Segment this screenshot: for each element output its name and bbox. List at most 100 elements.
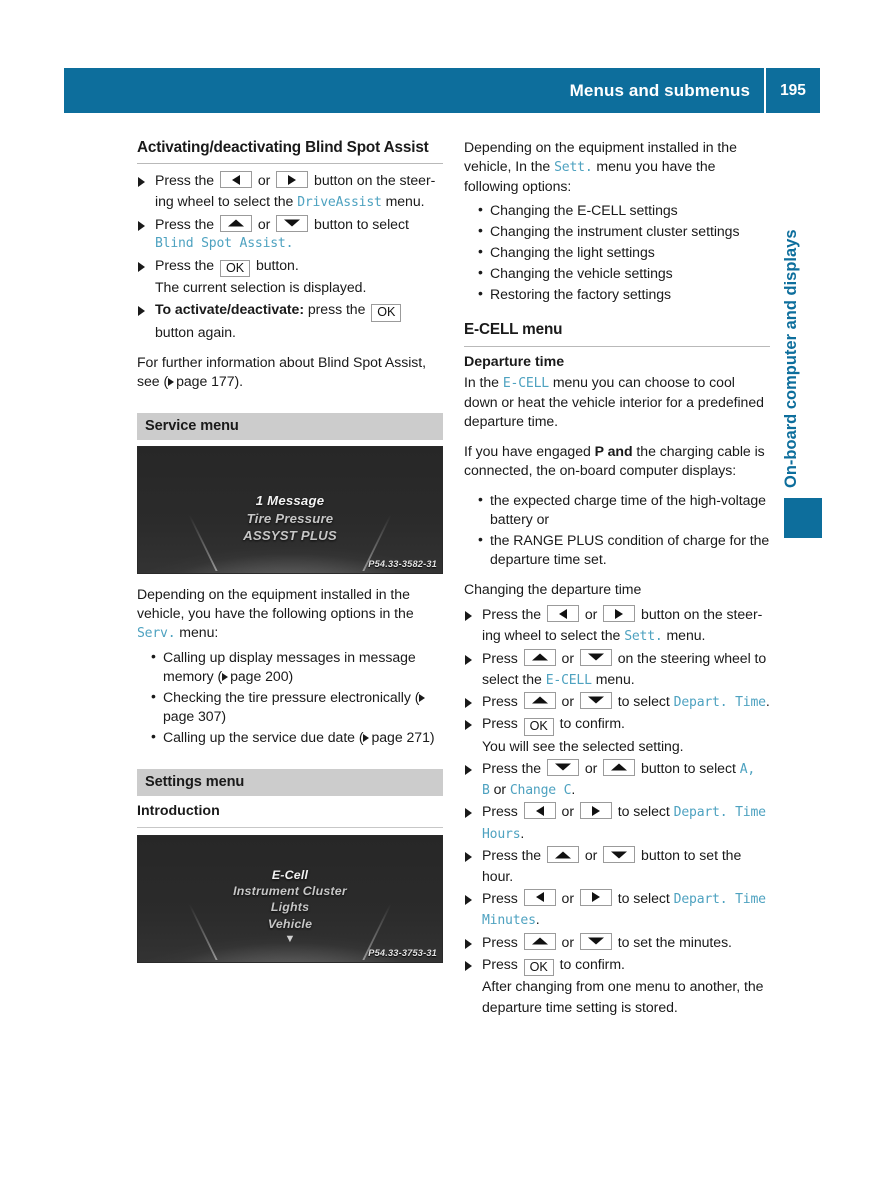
step-text: Press the (155, 215, 215, 232)
left-arrow-button[interactable] (546, 605, 579, 623)
page-ref-icon (168, 377, 175, 386)
step-item: Press the or button to select A, B or Ch… (464, 758, 770, 801)
ok-button[interactable]: OK (523, 958, 554, 977)
ok-button[interactable]: OK (371, 304, 402, 322)
step-item: Press the OK button. The current selecti… (137, 255, 443, 298)
down-arrow-button[interactable] (546, 758, 579, 776)
service-menu-screenshot: 1 Message Tire Pressure ASSYST PLUS P54.… (137, 445, 443, 574)
step-text: Press the (482, 606, 542, 623)
step-text-after: to select (617, 692, 670, 709)
step-text: Press the (482, 847, 542, 864)
up-arrow-button[interactable] (546, 846, 579, 864)
step-item: Press or on the steering wheel to select… (464, 648, 770, 690)
departure-paragraph-2: If you have engaged P and the charging c… (464, 442, 770, 480)
or-word: or (561, 933, 574, 950)
settings-options-list: Changing the E-CELL settings Changing th… (464, 200, 770, 304)
display-line: Vehicle (267, 916, 313, 931)
right-arrow-button[interactable] (603, 605, 636, 623)
menu-name-driveassist: DriveAssist (297, 195, 382, 211)
menu-name-ecell: E-CELL (545, 672, 592, 688)
step-item: Press the or button to set the hour. (464, 845, 770, 887)
left-arrow-button[interactable] (219, 171, 252, 189)
step-text: Press (482, 933, 518, 950)
divider (137, 163, 443, 165)
list-item: Changing the light settings (478, 242, 770, 262)
step-text: Press (482, 649, 518, 666)
up-arrow-button[interactable] (523, 932, 556, 950)
settings-intro-paragraph: Depending on the equipment installed in … (464, 138, 770, 196)
page-number: 195 (780, 81, 806, 99)
step-item: Press the or button on the steer-ing whe… (137, 170, 443, 212)
changing-departure-heading: Changing the departure time (464, 581, 642, 598)
step-item: Press or to select Depart. Time Hours. (464, 801, 770, 844)
left-column: Activating/deactivating Blind Spot Assis… (137, 138, 443, 974)
menu-name-blind-spot-assist: Blind Spot Assist. (155, 236, 294, 252)
step-subline: After changing from one menu to another,… (482, 978, 764, 1015)
menu-name-serv: Serv. (137, 626, 176, 642)
down-arrow-button[interactable] (276, 214, 309, 232)
display-line: Instrument Cluster (233, 884, 347, 899)
right-arrow-button[interactable] (579, 802, 612, 820)
p-and-bold: P and (594, 442, 633, 459)
step-item: Press the or button on the steer-ing whe… (464, 604, 770, 646)
display-line: 1 Message (255, 493, 325, 509)
step-text-after: to confirm. (559, 715, 625, 732)
chapter-side-tab: On-board computer and displays (782, 229, 800, 488)
left-arrow-button[interactable] (523, 802, 556, 820)
step-tail: . (520, 824, 525, 841)
up-arrow-button[interactable] (219, 214, 252, 232)
display-menu-list: E-Cell Instrument Cluster Lights Vehicle… (138, 867, 442, 946)
up-arrow-button[interactable] (603, 758, 636, 776)
step-text: Press the (155, 172, 215, 189)
step-item: Press OK to confirm. You will see the se… (464, 713, 770, 756)
page-title: Menus and submenus (569, 80, 750, 100)
step-text: Press (482, 692, 518, 709)
step-text: Press the (155, 256, 215, 273)
step-tail: menu. (595, 670, 635, 687)
step-text: Press the (482, 759, 542, 776)
down-arrow-button[interactable] (603, 846, 636, 864)
page-ref-icon (222, 672, 229, 681)
list-item: Calling up display messages in message m… (151, 647, 443, 686)
down-arrow-button[interactable] (579, 691, 612, 709)
chapter-tab-marker (784, 498, 822, 538)
display-line: E-Cell (271, 867, 309, 882)
step-text-after: button to select (314, 215, 409, 232)
list-item: Checking the tire pressure electronicall… (151, 687, 443, 726)
right-column: Depending on the equipment installed in … (464, 138, 770, 1028)
or-word: or (257, 215, 271, 232)
blind-spot-steps: Press the or button on the steer-ing whe… (137, 170, 443, 342)
or-word: or (561, 803, 574, 820)
step-tail: . (535, 911, 540, 928)
manual-page: Menus and submenus 195 On-board computer… (0, 0, 884, 1200)
or-word: or (584, 606, 598, 623)
further-info-page: page 177). (176, 372, 243, 389)
right-arrow-button[interactable] (276, 171, 309, 189)
down-arrow-button[interactable] (579, 932, 612, 950)
departure-text-a: If you have engaged (464, 442, 591, 459)
section-bar-service-menu: Service menu (137, 412, 443, 440)
up-arrow-button[interactable] (523, 648, 556, 666)
or-word: or (561, 692, 574, 709)
scroll-down-caret-icon: ▼ (284, 933, 296, 946)
option-text: Calling up the service due date ( (163, 729, 364, 746)
left-arrow-button[interactable] (523, 888, 556, 906)
right-arrow-button[interactable] (579, 888, 612, 906)
step-tail: . (765, 692, 770, 709)
settings-menu-screenshot: E-Cell Instrument Cluster Lights Vehicle… (137, 835, 443, 964)
ok-button[interactable]: OK (523, 718, 554, 736)
display-line: Tire Pressure (246, 510, 334, 526)
down-arrow-button[interactable] (579, 648, 612, 666)
step-text-after: to select (617, 889, 670, 906)
section-bar-settings-menu: Settings menu (137, 769, 443, 797)
step-text-after: button to select (641, 759, 736, 776)
step-item: Press or to select Depart. Time. (464, 691, 770, 712)
settings-introduction-heading: Introduction (137, 803, 220, 820)
up-arrow-button[interactable] (523, 691, 556, 709)
step-or: or (493, 781, 506, 798)
or-word: or (257, 172, 271, 189)
page-ref-icon (419, 693, 426, 702)
ok-button[interactable]: OK (219, 259, 251, 278)
departure-bullets: the expected charge time of the high-vol… (464, 490, 770, 569)
step-text-after: to set the minutes. (617, 933, 732, 950)
